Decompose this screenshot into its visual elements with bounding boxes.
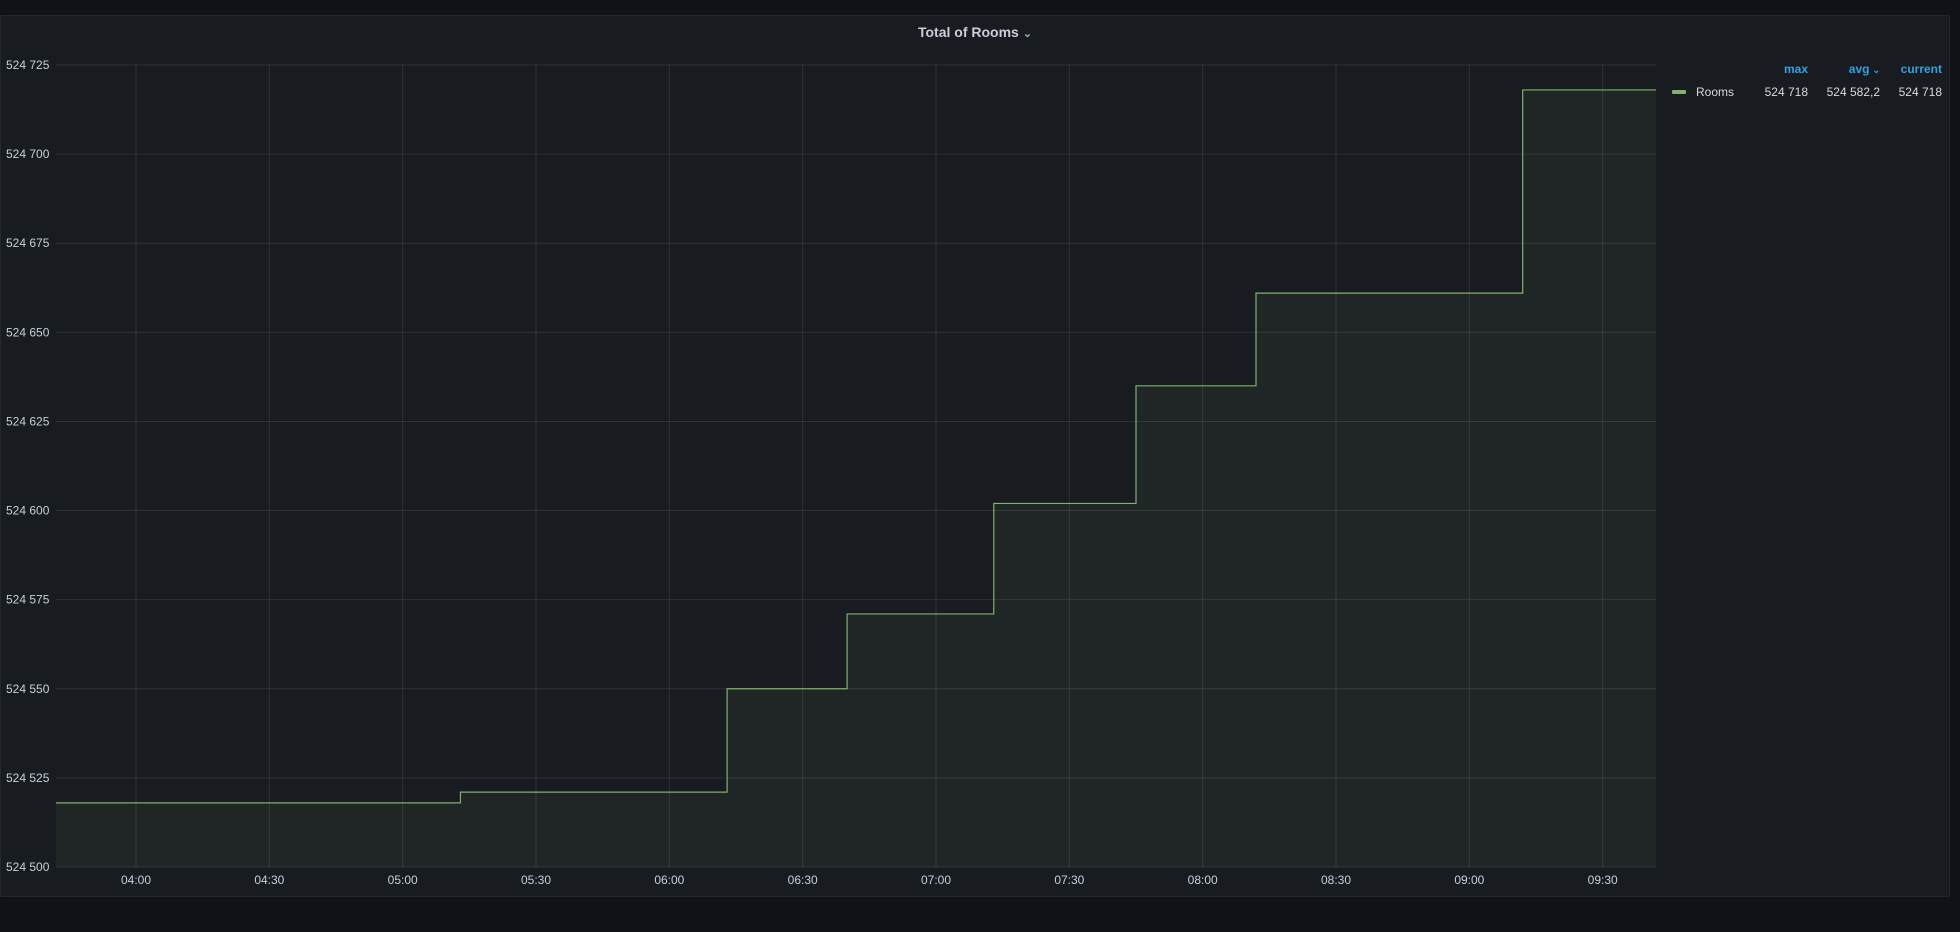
x-tick-label: 08:30 <box>1321 873 1351 887</box>
legend-value-current: 524 718 <box>1898 85 1942 99</box>
chart-plot[interactable]: 524 725 524 700 524 675 524 650 524 625 524 6… <box>0 0 1960 932</box>
x-tick-label: 06:30 <box>788 873 818 887</box>
x-tick-label: 06:00 <box>654 873 684 887</box>
y-tick-label: 524 600 <box>6 504 50 518</box>
x-tick-label: 07:30 <box>1054 873 1084 887</box>
chevron-down-icon: ⌄ <box>1872 65 1880 75</box>
legend-series-name-cell: Rooms <box>1672 82 1742 102</box>
x-tick-label: 04:30 <box>254 873 284 887</box>
y-tick-label: 524 725 <box>6 58 50 72</box>
legend-header: max avg ⌄ current <box>1672 60 1942 78</box>
x-tick-label: 08:00 <box>1188 873 1218 887</box>
x-tick-label: 05:30 <box>521 873 551 887</box>
y-tick-label: 524 525 <box>6 771 50 785</box>
x-axis: 04:00 04:30 05:00 05:30 06:00 06:30 07:00 07:30… <box>121 873 1618 887</box>
series-area-fill <box>56 89 1656 867</box>
legend-header-current[interactable]: current <box>1880 60 1942 79</box>
y-tick-label: 524 625 <box>6 414 50 428</box>
y-tick-label: 524 500 <box>6 860 50 874</box>
y-axis: 524 725 524 700 524 675 524 650 524 625 524 6… <box>6 58 50 874</box>
x-tick-label: 07:00 <box>921 873 951 887</box>
legend-header-avg[interactable]: avg ⌄ <box>1808 60 1880 79</box>
x-tick-label: 05:00 <box>388 873 418 887</box>
legend-item-rooms[interactable]: Rooms 524 718 524 582,2 524 718 <box>1672 82 1942 102</box>
y-tick-label: 524 550 <box>6 682 50 696</box>
x-tick-label: 09:30 <box>1588 873 1618 887</box>
y-tick-label: 524 575 <box>6 593 50 607</box>
legend-color-swatch[interactable] <box>1672 90 1686 94</box>
legend-value-avg: 524 582,2 <box>1826 85 1880 99</box>
legend-header-avg-label: avg <box>1848 62 1870 76</box>
legend-header-max[interactable]: max <box>1742 60 1808 79</box>
y-tick-label: 524 675 <box>6 236 50 250</box>
series-layer <box>55 89 1657 867</box>
legend-value-max: 524 718 <box>1764 85 1808 99</box>
legend-series-name: Rooms <box>1696 85 1735 99</box>
y-tick-label: 524 650 <box>6 325 50 339</box>
legend: max avg ⌄ current Rooms 524 718 524 582,2… <box>1672 60 1942 102</box>
y-tick-label: 524 700 <box>6 147 50 161</box>
x-tick-label: 09:00 <box>1454 873 1484 887</box>
x-tick-label: 04:00 <box>121 873 151 887</box>
